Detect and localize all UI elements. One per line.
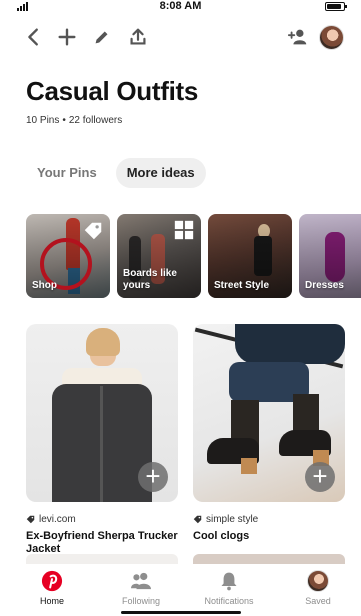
pin-image[interactable]: + (26, 324, 178, 502)
ideas-carousel: Shop Boards like yours Street Style Dres… (26, 214, 361, 298)
share-icon (130, 28, 146, 45)
idea-card-street-style[interactable]: Street Style (208, 214, 292, 298)
pin-card: + simple style Cool clogs (193, 324, 345, 543)
add-person-icon (287, 29, 307, 45)
next-pin-preview (26, 554, 178, 564)
tag-icon (193, 515, 202, 524)
pins-count: 10 Pins (26, 115, 60, 126)
nav-home[interactable]: Home (20, 570, 84, 606)
edit-button[interactable] (90, 25, 114, 49)
board-meta: 10 Pins • 22 followers (26, 115, 122, 126)
pin-source[interactable]: simple style (193, 514, 345, 525)
add-collaborator-button[interactable] (286, 25, 310, 49)
avatar (307, 570, 329, 592)
battery-icon (325, 2, 347, 11)
idea-card-boards-like-yours[interactable]: Boards like yours (117, 214, 201, 298)
bottom-nav: Home Following Notifications Saved (0, 554, 361, 616)
board-toolbar (0, 25, 361, 53)
pinterest-logo-icon (41, 570, 63, 592)
share-button[interactable] (126, 25, 150, 49)
idea-card-shop[interactable]: Shop (26, 214, 110, 298)
next-pin-preview (193, 554, 345, 564)
pin-source-label: levi.com (39, 514, 76, 525)
avatar[interactable] (319, 25, 344, 50)
nav-label: Saved (305, 596, 331, 606)
pin-image[interactable]: + (193, 324, 345, 502)
status-bar: 8:08 AM (0, 0, 361, 14)
idea-label: Street Style (214, 280, 270, 291)
bell-icon (218, 570, 240, 592)
idea-label: Shop (32, 280, 57, 291)
nav-label: Following (121, 596, 161, 606)
save-pin-button[interactable]: + (305, 462, 335, 492)
chevron-left-icon (28, 28, 38, 46)
nav-notifications[interactable]: Notifications (197, 570, 261, 606)
followers-count[interactable]: 22 followers (69, 115, 122, 126)
status-time: 8:08 AM (159, 0, 202, 12)
board-title: Casual Outfits (26, 76, 199, 106)
pin-title[interactable]: Ex-Boyfriend Sherpa Trucker Jacket (26, 530, 178, 556)
pin-card: + levi.com Ex-Boyfriend Sherpa Trucker J… (26, 324, 178, 556)
add-button[interactable] (55, 25, 79, 49)
tag-icon (82, 220, 104, 247)
save-pin-button[interactable]: + (138, 462, 168, 492)
home-indicator (120, 611, 241, 614)
grid-icon (173, 219, 195, 246)
people-icon (130, 570, 152, 592)
meta-separator: • (62, 115, 66, 126)
idea-label: Boards like yours (123, 268, 177, 291)
nav-label: Notifications (204, 596, 254, 606)
pencil-icon (95, 31, 108, 44)
nav-following[interactable]: Following (109, 570, 173, 606)
board-tabs: Your Pins More ideas (26, 158, 206, 188)
tab-more-ideas[interactable]: More ideas (115, 158, 206, 188)
plus-icon (58, 28, 76, 46)
pin-source[interactable]: levi.com (26, 514, 178, 525)
nav-saved[interactable]: Saved (286, 570, 350, 606)
nav-label: Home (39, 596, 64, 606)
pin-source-label: simple style (206, 514, 259, 525)
pin-title[interactable]: Cool clogs (193, 530, 345, 543)
back-button[interactable] (22, 25, 46, 49)
tag-icon (26, 515, 35, 524)
idea-card-dresses[interactable]: Dresses (299, 214, 361, 298)
idea-label: Dresses (305, 280, 344, 291)
tab-your-pins[interactable]: Your Pins (26, 158, 108, 188)
